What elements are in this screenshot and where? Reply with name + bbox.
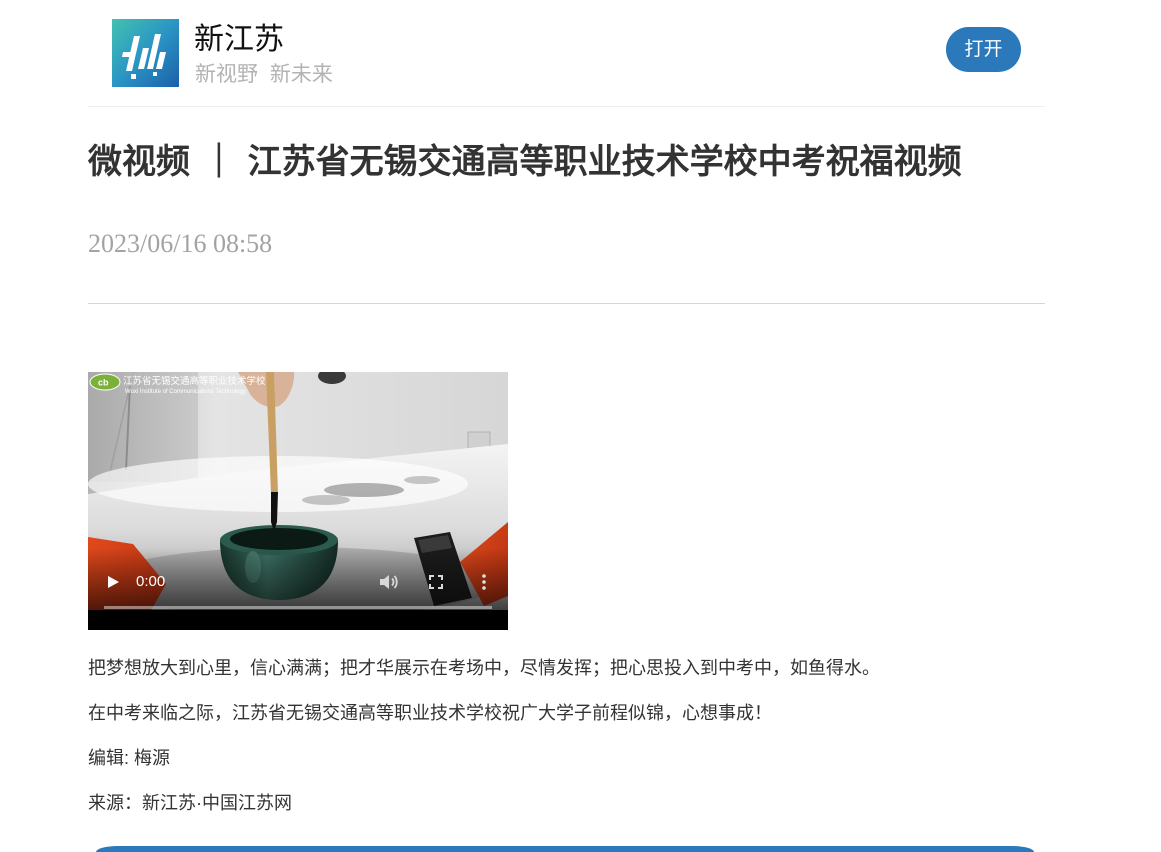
article-title: 微视频 ｜ 江苏省无锡交通高等职业技术学校中考祝福视频 xyxy=(88,142,962,182)
paragraph: 在中考来临之际，江苏省无锡交通高等职业技术学校祝广大学子前程似锦，心想事成！ xyxy=(88,703,772,723)
app-tagline: 新视野 新未来 xyxy=(195,63,333,86)
xinjiangsu-logo-icon xyxy=(112,19,179,87)
source-credit: 来源：新江苏·中国江苏网 xyxy=(88,793,292,813)
open-app-button[interactable]: 打开 xyxy=(946,27,1021,72)
volume-icon xyxy=(380,575,398,589)
current-time: 0:00 xyxy=(136,573,166,590)
publish-time: 2023/06/16 08:58 xyxy=(88,229,273,258)
fullscreen-button[interactable] xyxy=(424,570,448,594)
video-player[interactable]: cb 江苏省无锡交通高等职业技术学校 Wuxi Institute of Com… xyxy=(88,372,508,630)
more-vertical-icon xyxy=(482,574,486,590)
article-body: 把梦想放大到心里，信心满满；把才华展示在考场中，尽情发挥；把心思投入到中考中，如… xyxy=(88,655,1045,835)
header-divider xyxy=(88,106,1045,107)
play-icon xyxy=(108,576,119,588)
fullscreen-icon xyxy=(429,575,443,589)
play-button[interactable] xyxy=(101,570,125,594)
bottom-open-app-button[interactable] xyxy=(96,846,1034,852)
video-controls: 0:00 xyxy=(88,372,508,630)
progress-bar[interactable] xyxy=(104,606,492,609)
mute-button[interactable] xyxy=(376,570,400,594)
paragraph: 把梦想放大到心里，信心满满；把才华展示在考场中，尽情发挥；把心思投入到中考中，如… xyxy=(88,658,880,678)
more-options-button[interactable] xyxy=(472,570,496,594)
editor-credit: 编辑: 梅源 xyxy=(88,748,171,768)
app-name: 新江苏 xyxy=(194,23,284,56)
title-divider xyxy=(88,303,1045,304)
